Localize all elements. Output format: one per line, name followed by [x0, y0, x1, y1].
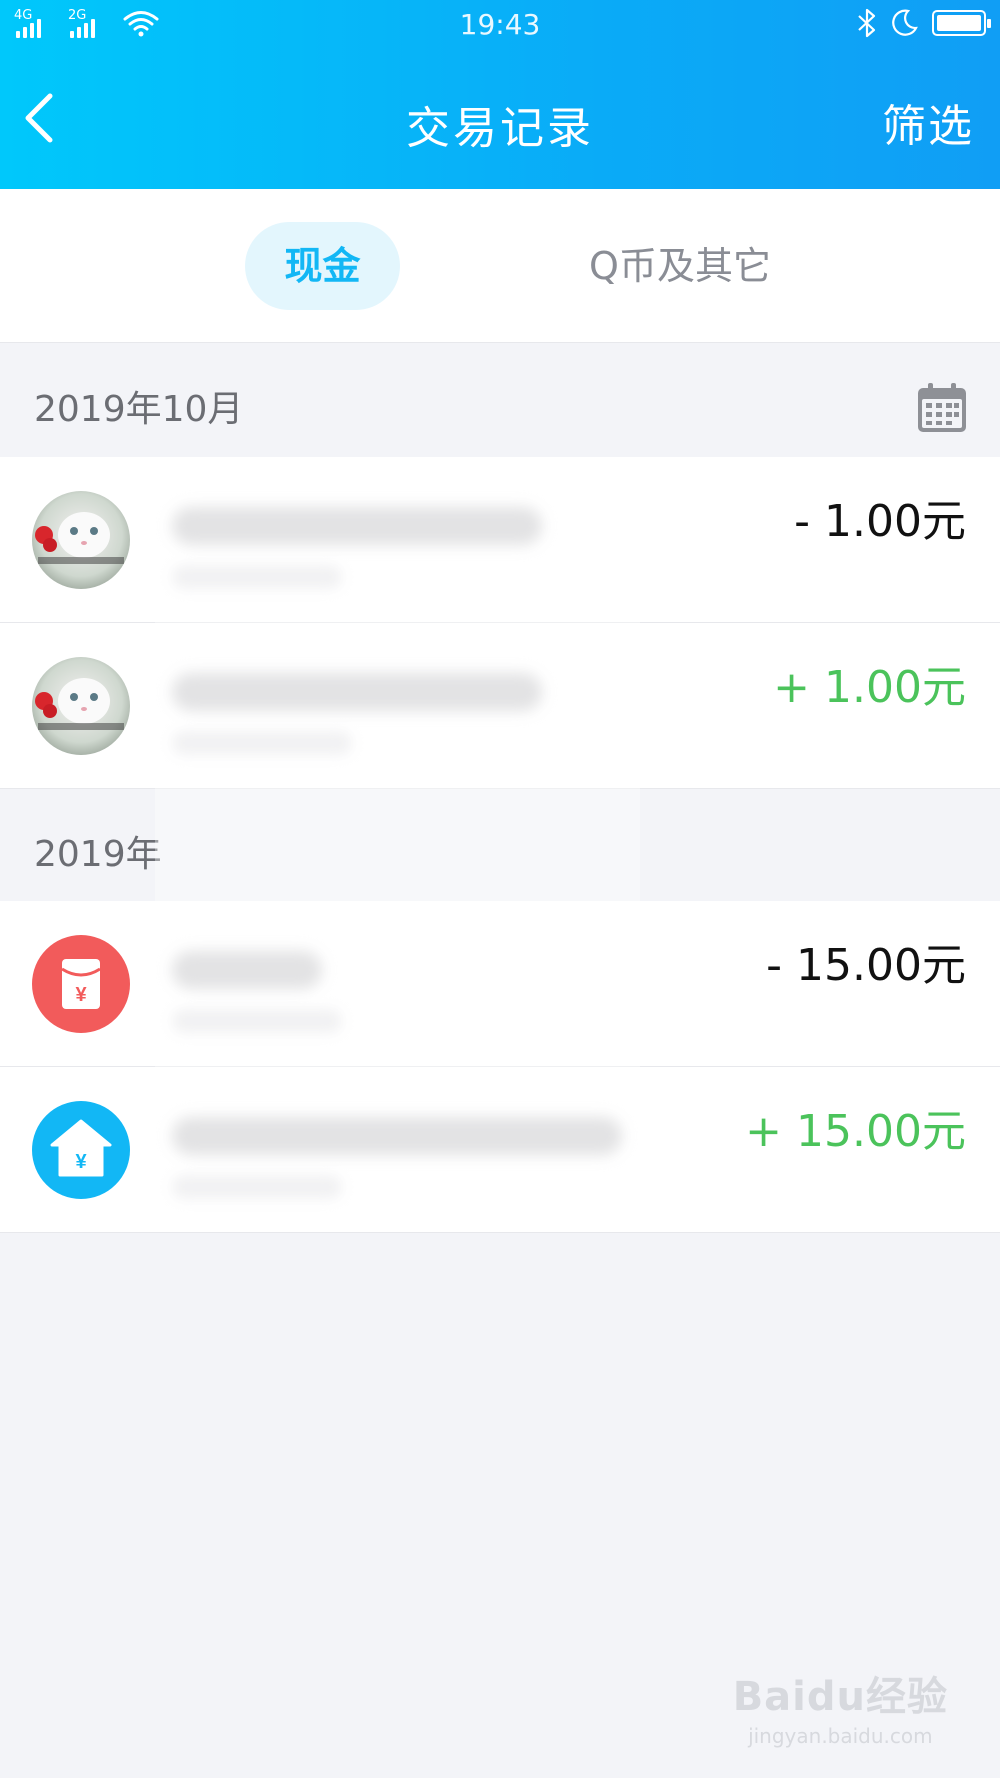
calendar-icon[interactable]: [916, 382, 968, 434]
baidu-watermark: Baidu经验 jingyan.baidu.com: [733, 1664, 948, 1748]
home-yuan-icon: ¥: [32, 1101, 130, 1199]
filter-button[interactable]: 筛选: [882, 90, 974, 154]
transaction-amount: - 1.00元: [794, 496, 966, 547]
moon-icon: [892, 9, 918, 36]
transaction-amount: - 15.00元: [766, 940, 966, 991]
privacy-redaction-overlay: [155, 460, 640, 1230]
bluetooth-icon: [858, 8, 876, 38]
app-header: 4G 2G 19:43 交易记录 筛选: [0, 0, 1000, 189]
section-date: 2019年10月: [34, 389, 244, 430]
tab-qcoin-other[interactable]: Q币及其它: [560, 222, 800, 310]
tab-bar: 现金 Q币及其它: [0, 189, 1000, 343]
section-date: 2019年: [34, 834, 162, 875]
svg-text:¥: ¥: [75, 984, 87, 1006]
battery-icon: [932, 10, 991, 36]
page-title: 交易记录: [406, 103, 594, 154]
status-bar: 4G 2G 19:43: [0, 0, 1000, 52]
section-header: 2019年10月: [0, 344, 1000, 457]
watermark-brand: Baidu经验: [732, 1674, 948, 1720]
transaction-amount: + 1.00元: [773, 662, 966, 713]
transaction-amount: + 15.00元: [745, 1106, 966, 1157]
cat-photo-avatar: [32, 491, 130, 589]
tab-cash[interactable]: 现金: [245, 222, 400, 310]
cat-photo-avatar: [32, 657, 130, 755]
red-packet-icon: ¥: [32, 935, 130, 1033]
watermark-url: jingyan.baidu.com: [748, 1724, 933, 1748]
status-right: [856, 8, 991, 38]
status-time: 19:43: [459, 8, 541, 41]
svg-text:¥: ¥: [75, 1151, 87, 1173]
